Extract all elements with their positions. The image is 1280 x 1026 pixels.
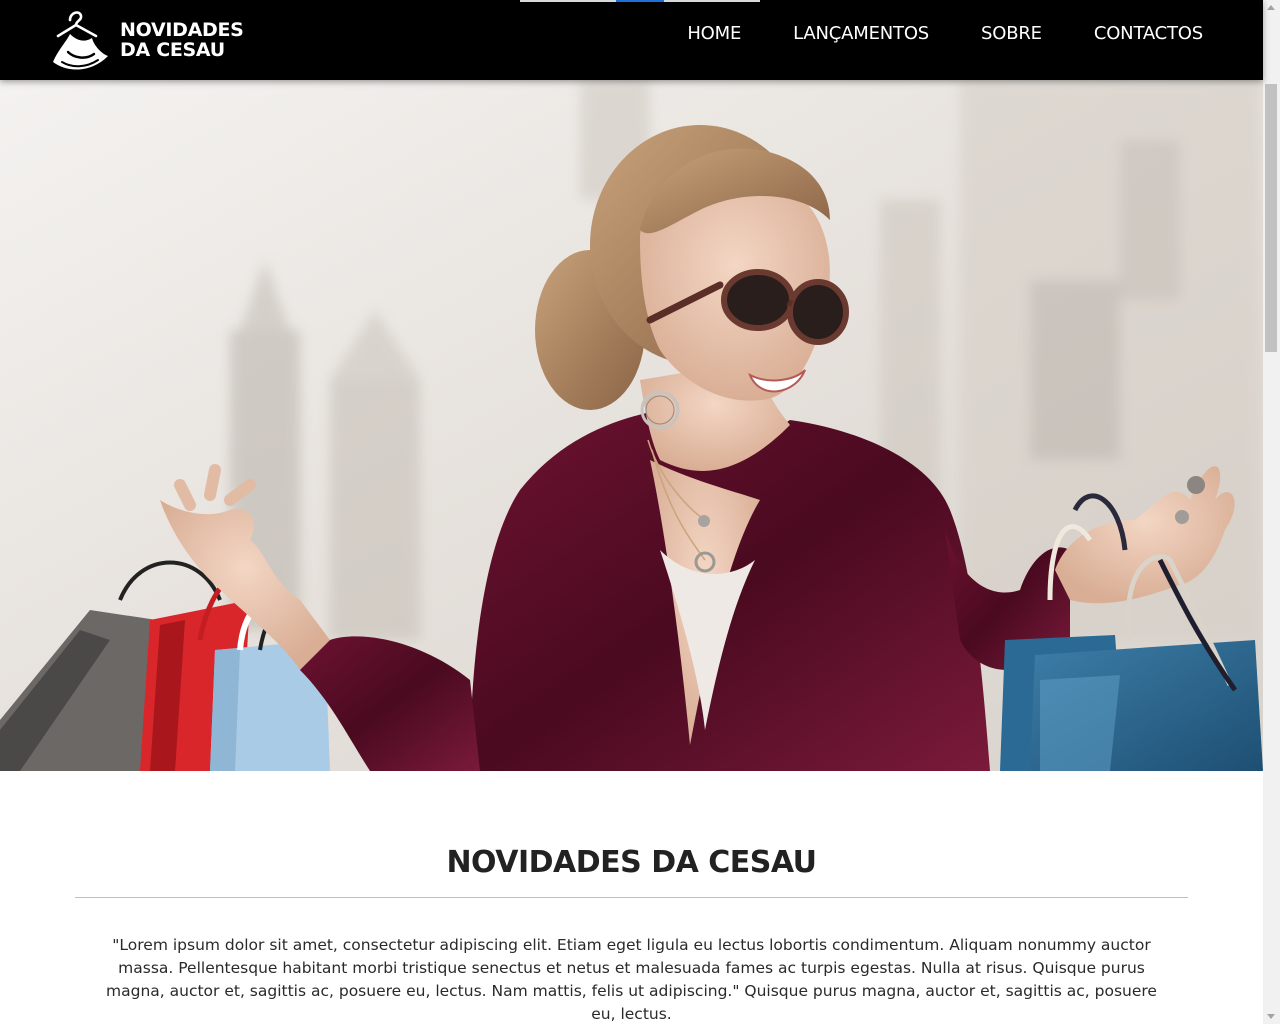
page-scrollbar[interactable]	[1263, 0, 1280, 1024]
section-title: NOVIDADES DA CESAU	[446, 845, 817, 880]
scroll-up-arrow-icon[interactable]	[1267, 5, 1275, 10]
main-content: NOVIDADES DA CESAU "Lorem ipsum dolor si…	[75, 840, 1188, 1026]
hanger-dress-logo-icon	[53, 11, 108, 70]
scrollbar-thumb[interactable]	[1265, 84, 1277, 352]
hero-banner	[0, 80, 1263, 771]
brand-name: NOVIDADES DA CESAU	[120, 20, 244, 60]
accent-strip-blue	[616, 0, 664, 2]
section-divider	[75, 897, 1188, 898]
nav-item-home[interactable]: HOME	[687, 23, 741, 44]
site-header: NOVIDADES DA CESAU HOME LANÇAMENTOS SOBR…	[0, 0, 1263, 80]
nav-item-lancamentos[interactable]: LANÇAMENTOS	[793, 23, 929, 44]
main-nav: HOME LANÇAMENTOS SOBRE CONTACTOS	[687, 0, 1203, 66]
brand-line-1: NOVIDADES	[120, 19, 244, 41]
brand-link[interactable]: NOVIDADES DA CESAU	[48, 6, 244, 74]
intro-paragraph: "Lorem ipsum dolor sit amet, consectetur…	[106, 936, 1157, 1023]
brand-line-2: DA CESAU	[120, 39, 225, 61]
nav-item-sobre[interactable]: SOBRE	[981, 23, 1042, 44]
nav-item-contactos[interactable]: CONTACTOS	[1094, 23, 1203, 44]
woman-with-shopping-bags-photo	[0, 80, 1263, 771]
scroll-down-arrow-icon[interactable]	[1267, 1014, 1275, 1019]
